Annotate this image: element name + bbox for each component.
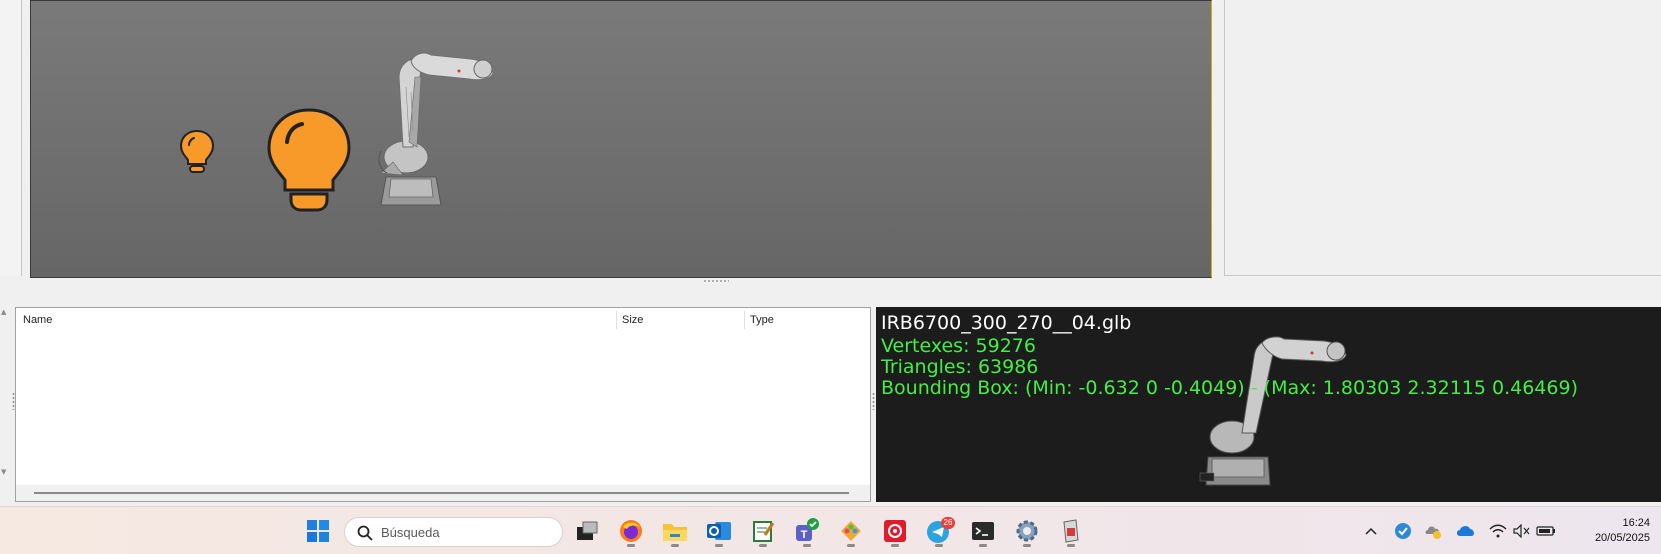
- light-bulb-icon[interactable]: [267, 108, 351, 212]
- shield-app-icon: [1395, 523, 1411, 539]
- light-bulb-icon[interactable]: [179, 129, 215, 173]
- running-indicator: [891, 544, 899, 547]
- search-placeholder: Búsqueda: [381, 525, 440, 540]
- firefox-icon: [620, 520, 642, 542]
- taskbar-app-telegram[interactable]: 26: [923, 515, 955, 547]
- onedrive-button[interactable]: [1456, 521, 1476, 541]
- onedrive-cloud-icon: [1457, 526, 1474, 536]
- running-indicator: [979, 544, 987, 547]
- column-header-name[interactable]: Name: [23, 314, 52, 326]
- tray-app[interactable]: [1393, 521, 1413, 541]
- taskbar-app-teams[interactable]: T: [791, 515, 823, 547]
- splitter-handle[interactable]: [703, 279, 729, 283]
- clock[interactable]: 16:24 20/05/2025: [1560, 516, 1650, 546]
- running-indicator: [627, 544, 635, 547]
- taskbar-app-git[interactable]: [835, 515, 867, 547]
- taskbar-app-terminal[interactable]: [967, 515, 999, 547]
- clock-time: 16:24: [1622, 517, 1650, 529]
- running-indicator: [1023, 544, 1031, 547]
- cloud-warning-icon: [1425, 526, 1441, 539]
- running-indicator: [715, 544, 723, 547]
- triangle-count: Triangles: 63986: [881, 356, 1039, 378]
- settings-gear-icon: [1016, 520, 1038, 542]
- taskbar-app-file-explorer[interactable]: [659, 515, 691, 547]
- teams-icon: T: [796, 518, 819, 541]
- column-divider[interactable]: [744, 311, 745, 329]
- splitter-handle[interactable]: [872, 392, 875, 410]
- running-indicator: [847, 544, 855, 547]
- taskbar-app-outlook[interactable]: [703, 515, 735, 547]
- show-hidden-icons-button[interactable]: [1361, 521, 1381, 541]
- running-indicator: [1067, 544, 1075, 547]
- clock-date: 20/05/2025: [1594, 532, 1650, 544]
- app-icon: [1063, 519, 1079, 543]
- robot-arm-model[interactable]: [378, 52, 494, 206]
- notification-badge: 26: [941, 517, 955, 529]
- scroll-down-icon[interactable]: ▼: [1, 468, 6, 476]
- windows-start-icon: [307, 520, 329, 542]
- svg-text:T: T: [801, 529, 808, 541]
- search-box[interactable]: Búsqueda: [344, 517, 563, 547]
- running-indicator: [759, 544, 767, 547]
- application-window: ▲ ▼ Name Size Type IRB6700_300_270__04.g…: [0, 0, 1661, 554]
- volume-button[interactable]: [1512, 521, 1532, 541]
- tray-app[interactable]: [1423, 521, 1443, 541]
- running-indicator: [671, 544, 679, 547]
- preview-filename: IRB6700_300_270__04.glb: [881, 312, 1132, 334]
- bounding-box-info: Bounding Box: (Min: -0.632 0 -0.4049) - …: [881, 377, 1578, 399]
- app-red-icon: [884, 520, 906, 542]
- scroll-up-icon[interactable]: ▲: [1, 308, 6, 316]
- outlook-icon: [707, 522, 731, 540]
- wifi-icon: [1489, 524, 1507, 538]
- scrollbar-thumb[interactable]: [34, 492, 849, 494]
- battery-button[interactable]: [1536, 521, 1556, 541]
- taskbar-app-firefox[interactable]: [615, 515, 647, 547]
- left-panel: [0, 0, 22, 276]
- properties-panel: [1224, 0, 1661, 276]
- left-scroll-sliver: ▲ ▼: [0, 306, 11, 502]
- notepad-icon: [753, 521, 775, 542]
- search-icon: [357, 525, 373, 541]
- file-explorer-icon: [663, 524, 687, 541]
- model-preview: IRB6700_300_270__04.glb Vertexes: 59276 …: [876, 307, 1661, 502]
- taskbar-app-model-viewer[interactable]: [1055, 515, 1087, 547]
- file-list-header: Name Size Type: [16, 308, 870, 332]
- terminal-icon: [972, 522, 994, 540]
- start-button[interactable]: [302, 515, 334, 547]
- running-indicator: [935, 544, 943, 547]
- git-icon: [841, 521, 861, 541]
- taskbar-app-settings[interactable]: [1011, 515, 1043, 547]
- wifi-button[interactable]: [1488, 521, 1508, 541]
- column-header-type[interactable]: Type: [750, 314, 774, 326]
- running-indicator: [803, 544, 811, 547]
- horizontal-scrollbar[interactable]: [16, 485, 870, 501]
- column-header-size[interactable]: Size: [622, 314, 643, 326]
- battery-charging-icon: [1536, 526, 1555, 536]
- task-view-button[interactable]: [571, 515, 603, 547]
- robot-arm-preview: [1199, 336, 1347, 486]
- taskbar-app-notepad[interactable]: [747, 515, 779, 547]
- chevron-up-icon: [1365, 527, 1377, 535]
- volume-muted-icon: [1513, 524, 1530, 538]
- task-view-icon: [577, 521, 598, 540]
- vertex-count: Vertexes: 59276: [881, 335, 1036, 357]
- taskbar-app-red[interactable]: [879, 515, 911, 547]
- column-divider[interactable]: [616, 311, 617, 329]
- taskbar: Búsqueda T 26 16:24 20/05/2025: [0, 506, 1661, 554]
- file-list[interactable]: Name Size Type: [15, 307, 871, 502]
- 3d-viewport[interactable]: [30, 0, 1212, 278]
